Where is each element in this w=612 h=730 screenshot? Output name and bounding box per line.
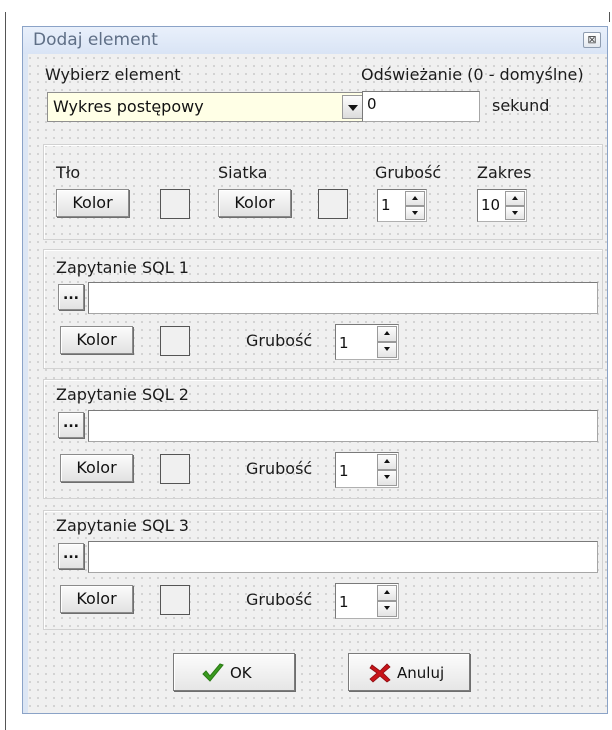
sql-group-title: Zapytanie SQL 3 (56, 516, 189, 535)
sql-query-input[interactable] (88, 282, 598, 314)
range-label: Zakres (477, 163, 532, 182)
element-select-value: Wykres postępowy (53, 97, 204, 116)
spinner-buttons (505, 191, 525, 220)
spinner-buttons (377, 454, 397, 486)
refresh-label: Odświeżanie (0 - domyślne) (361, 65, 584, 84)
spin-down-icon[interactable] (405, 205, 425, 220)
spinner-buttons (377, 326, 397, 358)
sql-query-group-1: Zapytanie SQL 1 ... Kolor Grubość 1 (43, 249, 603, 369)
sql-query-input[interactable] (88, 541, 598, 573)
background-label: Tło (56, 163, 81, 182)
grid-thickness-value: 1 (381, 196, 391, 214)
cancel-button[interactable]: Anuluj (348, 653, 470, 691)
spin-up-icon[interactable] (377, 326, 397, 342)
refresh-input[interactable]: 0 (362, 91, 480, 122)
series-color-swatch[interactable] (160, 326, 190, 356)
series-thickness-label: Grubość (246, 331, 313, 350)
grid-color-swatch[interactable] (318, 189, 348, 219)
spin-up-icon[interactable] (505, 191, 525, 206)
series-thickness-value: 1 (339, 593, 349, 611)
sql-query-group-3: Zapytanie SQL 3 ... Kolor Grubość 1 (43, 510, 603, 630)
sql-query-input[interactable] (88, 410, 598, 442)
series-color-button[interactable]: Kolor (60, 326, 133, 354)
browse-button[interactable]: ... (58, 284, 84, 310)
background-color-swatch[interactable] (160, 189, 190, 219)
cancel-button-label: Anuluj (397, 664, 445, 682)
outer-frame-line-right (609, 12, 610, 22)
spin-down-icon[interactable] (505, 205, 525, 220)
spin-up-icon[interactable] (405, 191, 425, 206)
browse-button[interactable]: ... (58, 412, 84, 438)
spinner-buttons (405, 191, 425, 220)
series-color-button[interactable]: Kolor (60, 454, 133, 482)
grid-thickness-spinner[interactable]: 1 (377, 189, 427, 222)
spinner-buttons (377, 585, 397, 617)
thickness-label: Grubość (375, 163, 442, 182)
element-label: Wybierz element (45, 65, 181, 84)
dialog-title: Dodaj element (33, 30, 158, 50)
series-thickness-spinner[interactable]: 1 (335, 324, 399, 360)
add-element-dialog: Dodaj element ⊠ Wybierz element Wykres p… (22, 26, 608, 714)
refresh-input-value: 0 (367, 95, 377, 113)
series-color-swatch[interactable] (160, 585, 190, 615)
background-grid-group: Tło Kolor Siatka Kolor Grubość 1 Zakres … (43, 144, 603, 240)
series-thickness-value: 1 (339, 462, 349, 480)
series-color-button[interactable]: Kolor (60, 585, 133, 613)
grid-label: Siatka (218, 163, 268, 182)
spin-down-icon[interactable] (377, 470, 397, 486)
browse-button[interactable]: ... (58, 543, 84, 569)
x-icon (369, 663, 391, 683)
left-edge-strip (23, 54, 28, 713)
element-select[interactable]: Wykres postępowy (47, 92, 366, 122)
close-button[interactable]: ⊠ (583, 32, 601, 48)
title-bar: Dodaj element ⊠ (23, 27, 607, 54)
series-thickness-label: Grubość (246, 459, 313, 478)
series-thickness-spinner[interactable]: 1 (335, 583, 399, 619)
ok-button-label: OK (230, 664, 252, 682)
chevron-down-icon[interactable] (342, 95, 363, 119)
grid-color-button[interactable]: Kolor (218, 189, 291, 217)
range-value: 10 (481, 196, 501, 214)
ok-button[interactable]: OK (173, 653, 295, 691)
sql-group-title: Zapytanie SQL 2 (56, 385, 189, 404)
seconds-label: sekund (492, 96, 550, 115)
background-color-button[interactable]: Kolor (56, 189, 129, 217)
check-icon (202, 663, 224, 682)
spin-down-icon[interactable] (377, 601, 397, 617)
spin-up-icon[interactable] (377, 454, 397, 470)
series-thickness-spinner[interactable]: 1 (335, 452, 399, 488)
series-thickness-value: 1 (339, 334, 349, 352)
spin-up-icon[interactable] (377, 585, 397, 601)
series-color-swatch[interactable] (160, 454, 190, 484)
sql-query-group-2: Zapytanie SQL 2 ... Kolor Grubość 1 (43, 379, 603, 499)
outer-frame-line (5, 12, 6, 730)
sql-group-title: Zapytanie SQL 1 (56, 258, 189, 277)
spin-down-icon[interactable] (377, 342, 397, 358)
range-spinner[interactable]: 10 (477, 189, 527, 222)
series-thickness-label: Grubość (246, 590, 313, 609)
